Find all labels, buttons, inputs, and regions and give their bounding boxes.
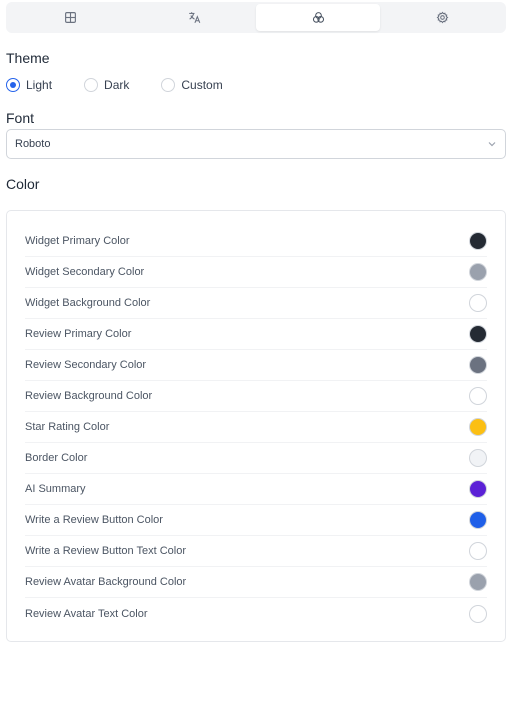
color-row: Write a Review Button Text Color <box>25 536 487 567</box>
theme-option-label: Dark <box>104 78 130 92</box>
color-heading: Color <box>6 176 40 192</box>
font-heading: Font <box>6 110 35 126</box>
color-swatch[interactable] <box>469 542 487 560</box>
theme-option-custom[interactable]: Custom <box>161 78 223 92</box>
color-swatch[interactable] <box>469 263 487 281</box>
color-row: Review Avatar Background Color <box>25 567 487 598</box>
color-row-label: Star Rating Color <box>25 421 110 433</box>
theme-heading: Theme <box>6 50 50 66</box>
color-row-label: Write a Review Button Color <box>25 514 163 526</box>
theme-option-label: Custom <box>181 78 223 92</box>
color-row-label: Review Secondary Color <box>25 359 147 371</box>
color-swatch[interactable] <box>469 232 487 250</box>
tab-language[interactable] <box>132 4 256 31</box>
theme-option-dark[interactable]: Dark <box>84 78 129 92</box>
color-swatch[interactable] <box>469 511 487 529</box>
color-row: Widget Primary Color <box>25 226 487 257</box>
font-select-value: Roboto <box>15 138 51 150</box>
tab-settings[interactable] <box>380 4 504 31</box>
color-row-label: Review Background Color <box>25 390 153 402</box>
color-swatch[interactable] <box>469 573 487 591</box>
gear-icon <box>436 11 448 24</box>
color-swatch[interactable] <box>469 604 487 623</box>
color-list: Widget Primary Color Widget Secondary Col… <box>25 226 487 629</box>
color-row-label: Review Avatar Background Color <box>25 576 187 588</box>
palette-icon <box>312 12 324 23</box>
radio-unchecked-icon <box>161 78 176 92</box>
color-swatch[interactable] <box>469 294 487 312</box>
color-row-label: AI Summary <box>25 483 86 495</box>
tab-layout[interactable] <box>8 4 132 31</box>
radio-unchecked-icon <box>84 78 99 92</box>
color-row: AI Summary <box>25 474 487 505</box>
color-row-label: Border Color <box>25 452 88 464</box>
theme-option-label: Light <box>26 78 53 92</box>
color-swatch[interactable] <box>469 418 487 436</box>
color-row: Widget Secondary Color <box>25 257 487 288</box>
theme-radio-group: Light Dark Custom <box>6 76 223 94</box>
color-row: Review Avatar Text Color <box>25 598 487 629</box>
color-row: Widget Background Color <box>25 288 487 319</box>
color-row: Review Background Color <box>25 381 487 412</box>
translate-icon <box>188 12 200 23</box>
theme-option-light[interactable]: Light <box>6 78 52 92</box>
color-swatch[interactable] <box>469 480 487 498</box>
color-swatch[interactable] <box>469 387 487 405</box>
color-swatch[interactable] <box>469 325 487 343</box>
color-row-label: Widget Secondary Color <box>25 266 145 278</box>
layout-icon <box>64 12 76 23</box>
color-swatch[interactable] <box>469 449 487 467</box>
settings-tab-bar <box>6 2 506 33</box>
color-row: Border Color <box>25 443 487 474</box>
tab-appearance[interactable] <box>256 4 380 31</box>
color-swatch[interactable] <box>469 356 487 374</box>
color-row-label: Widget Background Color <box>25 297 151 309</box>
color-row-label: Review Primary Color <box>25 328 132 340</box>
color-row: Star Rating Color <box>25 412 487 443</box>
color-row-label: Write a Review Button Text Color <box>25 545 186 557</box>
font-select[interactable]: Roboto <box>6 129 506 159</box>
color-row: Review Primary Color <box>25 319 487 350</box>
color-row-label: Review Avatar Text Color <box>25 607 148 620</box>
chevron-down-icon <box>488 142 496 147</box>
color-row: Write a Review Button Color <box>25 505 487 536</box>
radio-checked-icon <box>6 78 20 92</box>
color-row: Review Secondary Color <box>25 350 487 381</box>
color-settings-card: Widget Primary Color Widget Secondary Col… <box>6 210 506 642</box>
color-row-label: Widget Primary Color <box>25 235 130 247</box>
